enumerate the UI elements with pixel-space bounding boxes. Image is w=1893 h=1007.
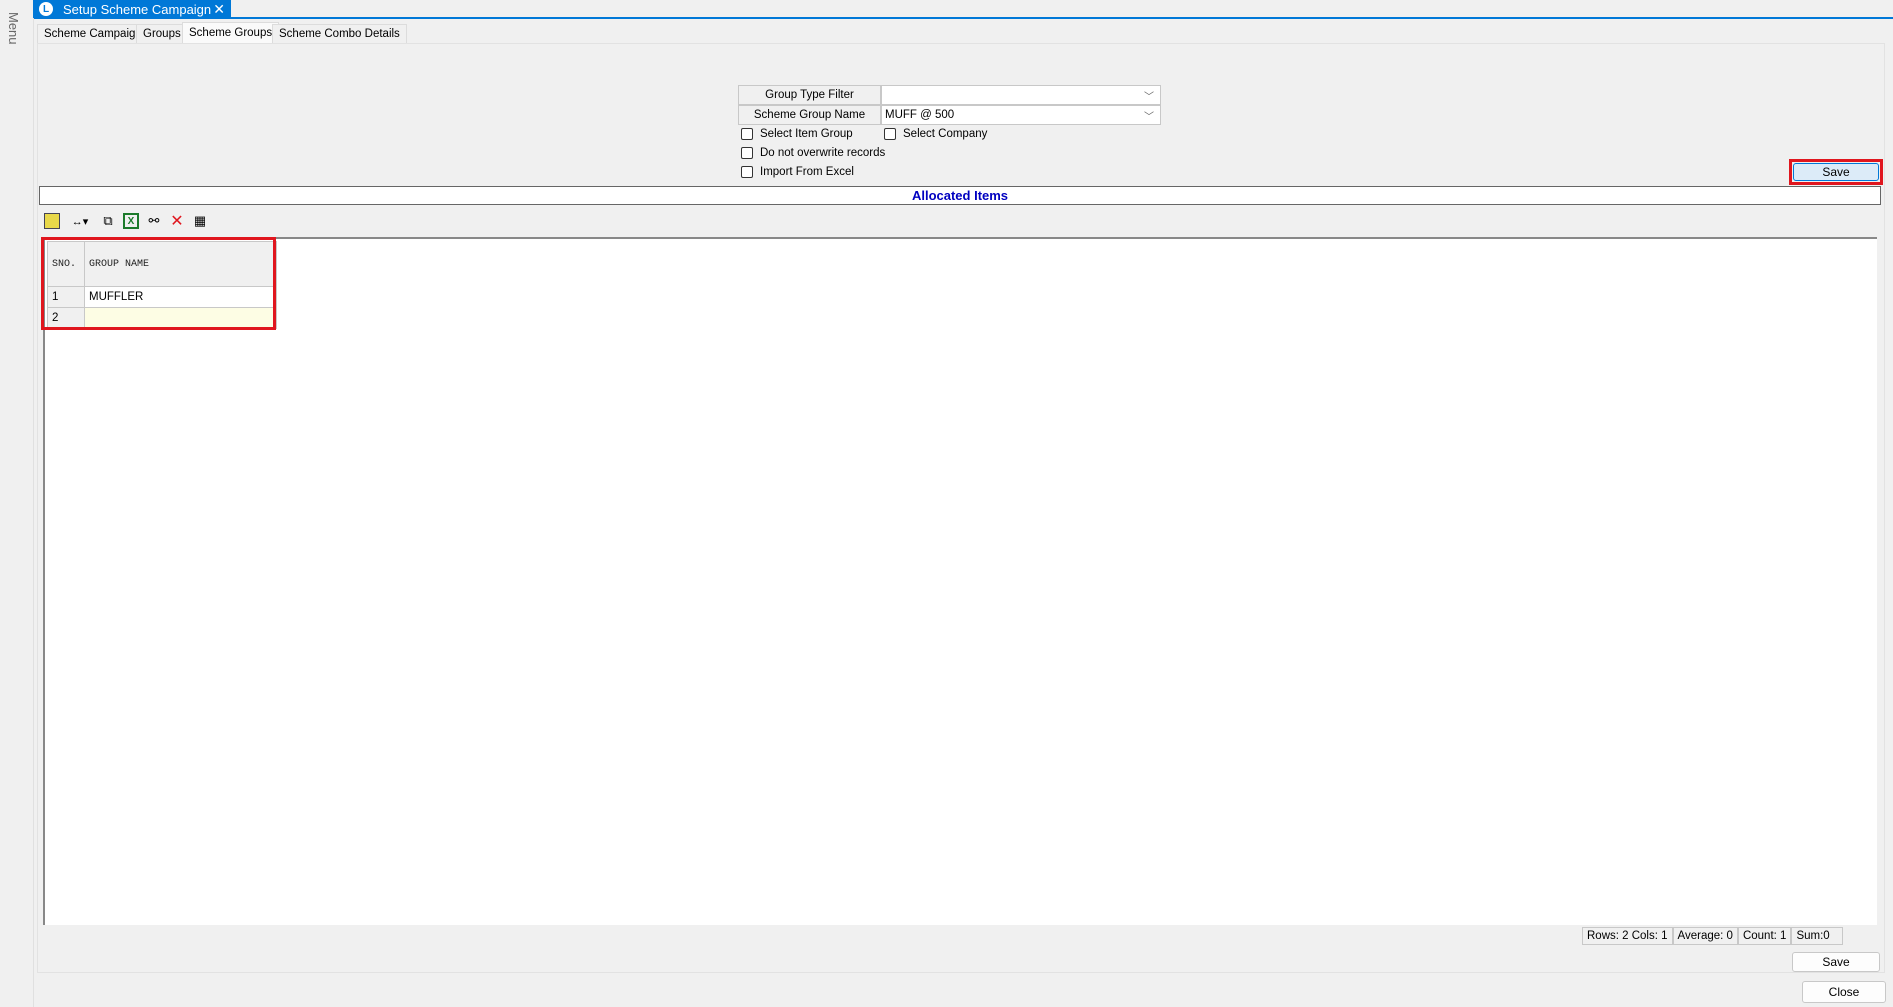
checkbox-icon (741, 166, 753, 178)
tab-scheme-combo-details[interactable]: Scheme Combo Details (272, 24, 407, 43)
grid-toolbar: ↔▾ ⧉ X ⚯ ✕ ▦ (44, 210, 208, 232)
grid-status-bar: Rows: 2 Cols: 1 Average: 0 Count: 1 Sum:… (1582, 927, 1843, 945)
status-count: Count: 1 (1738, 927, 1791, 945)
scheme-group-name-combo[interactable]: MUFF @ 500 ﹀ (881, 105, 1161, 125)
tab-groups[interactable]: Groups (136, 24, 188, 43)
menu-sidebar[interactable]: Menu (0, 0, 34, 1007)
checkbox-icon (741, 147, 753, 159)
do-not-overwrite-checkbox[interactable]: Do not overwrite records (741, 145, 885, 161)
import-from-excel-checkbox[interactable]: Import From Excel (741, 164, 854, 180)
status-rows-cols: Rows: 2 Cols: 1 (1582, 927, 1673, 945)
tab-scheme-groups[interactable]: Scheme Groups (182, 22, 279, 43)
close-icon[interactable]: ✕ (213, 1, 225, 18)
tab-scheme-campaign[interactable]: Scheme Campaign (37, 24, 149, 43)
allocated-items-title: Allocated Items (39, 186, 1881, 205)
select-item-group-checkbox[interactable]: Select Item Group (741, 126, 853, 142)
layout-icon[interactable] (44, 213, 60, 229)
copy-icon[interactable]: ⧉ (100, 213, 116, 229)
close-button[interactable]: Close (1802, 981, 1886, 1003)
select-company-checkbox[interactable]: Select Company (884, 126, 987, 142)
status-sum: Sum:0 (1791, 927, 1843, 945)
document-tab-title: Setup Scheme Campaign (63, 2, 211, 17)
group-type-filter-combo[interactable]: ﹀ (881, 85, 1161, 105)
checkbox-icon (741, 128, 753, 140)
scheme-group-name-label: Scheme Group Name (738, 105, 881, 125)
group-type-filter-label: Group Type Filter (738, 85, 881, 105)
delete-icon[interactable]: ✕ (169, 213, 185, 229)
chevron-down-icon: ﹀ (1144, 108, 1154, 123)
find-icon[interactable]: ⚯ (146, 213, 162, 229)
footer-save-button[interactable]: Save (1792, 952, 1880, 972)
scheme-group-name-value: MUFF @ 500 (885, 109, 954, 121)
status-average: Average: 0 (1673, 927, 1738, 945)
column-width-icon[interactable]: ↔▾ (67, 213, 93, 229)
chevron-down-icon: ﹀ (1144, 88, 1154, 103)
menu-label: Menu (6, 12, 21, 45)
tab-strip-line (34, 17, 1893, 19)
allocated-items-grid[interactable]: SNO. GROUP NAME 1 MUFFLER 2 (43, 237, 1877, 925)
excel-icon[interactable]: X (123, 213, 139, 229)
grid-icon[interactable]: ▦ (192, 213, 208, 229)
document-tab[interactable]: L Setup Scheme Campaign ✕ (33, 0, 231, 18)
grid-highlight (41, 237, 276, 330)
checkbox-icon (884, 128, 896, 140)
save-button[interactable]: Save (1793, 163, 1879, 181)
app-logo-icon: L (39, 2, 53, 16)
